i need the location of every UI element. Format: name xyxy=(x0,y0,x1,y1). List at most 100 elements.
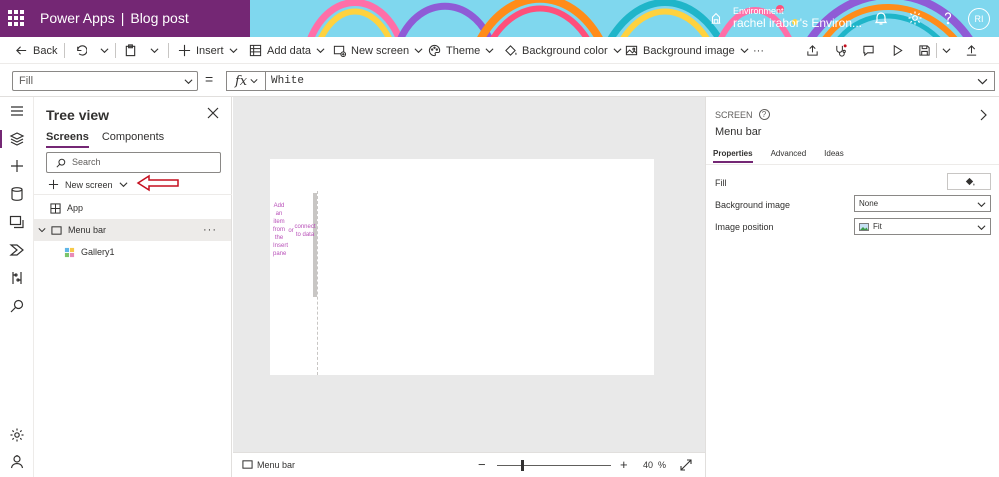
formula-input[interactable]: White xyxy=(265,71,995,91)
tab-advanced[interactable]: Advanced xyxy=(771,149,807,163)
chevron-down-icon[interactable] xyxy=(38,226,46,234)
save-icon xyxy=(919,45,930,56)
function-picker-button[interactable]: fx xyxy=(226,71,266,91)
app-launcher-icon[interactable] xyxy=(8,10,24,26)
comments-button[interactable] xyxy=(862,42,875,59)
fill-color-picker[interactable] xyxy=(947,173,991,190)
save-menu-button[interactable] xyxy=(942,42,951,59)
plus-icon[interactable] xyxy=(9,158,25,174)
tab-ideas[interactable]: Ideas xyxy=(824,149,844,163)
zoom-out-button[interactable]: − xyxy=(478,457,486,472)
paste-menu-button[interactable] xyxy=(150,42,159,59)
canvas-footer: Menu bar − + 40 % xyxy=(233,452,705,477)
gallery-scrollbar[interactable] xyxy=(313,193,317,297)
search-icon xyxy=(56,158,66,168)
equals-sign: = xyxy=(205,71,214,87)
command-bar: Back Insert Add data New screen Theme Ba… xyxy=(0,37,999,64)
selected-kind: SCREEN ? xyxy=(715,109,770,120)
help-icon[interactable]: ? xyxy=(758,109,770,120)
variables-icon[interactable] xyxy=(9,270,25,286)
layers-icon[interactable] xyxy=(9,131,25,147)
back-button[interactable]: Back xyxy=(15,42,57,59)
property-value: Fill xyxy=(19,75,34,87)
insert-button[interactable]: Insert xyxy=(178,42,238,59)
background-image-button[interactable]: Background image xyxy=(625,42,749,59)
settings-icon[interactable] xyxy=(9,427,25,443)
tree-view-tabs: Screens Components xyxy=(46,131,164,148)
background-image-dropdown[interactable]: None xyxy=(854,195,991,212)
tab-components[interactable]: Components xyxy=(102,131,164,148)
theme-button[interactable]: Theme xyxy=(428,42,494,59)
canvas-area: Add an item from the Insert pane or conn… xyxy=(233,97,705,452)
screen-selector[interactable]: Menu bar xyxy=(242,459,295,470)
app-checker-button[interactable] xyxy=(834,42,847,59)
plus-icon xyxy=(178,44,191,57)
play-icon xyxy=(893,44,903,57)
image-icon xyxy=(625,45,638,56)
gear-icon[interactable] xyxy=(907,10,923,26)
more-commands-button[interactable]: ··· xyxy=(753,42,764,59)
bell-icon[interactable] xyxy=(873,10,889,26)
gallery-hint-left: Add an item from the Insert pane xyxy=(273,202,288,258)
app-screen-canvas[interactable]: Add an item from the Insert pane or conn… xyxy=(270,159,654,375)
environment-icon[interactable] xyxy=(709,11,723,25)
fit-to-window-icon[interactable] xyxy=(680,459,692,471)
background-image-label: Background image xyxy=(643,44,735,57)
environment-value: rachel irabor's Environ... xyxy=(733,16,863,30)
tab-screens[interactable]: Screens xyxy=(46,131,89,148)
share-button[interactable] xyxy=(806,42,819,59)
left-rail xyxy=(0,97,34,477)
formula-bar: Fill = fx White xyxy=(0,64,999,97)
background-color-label: Background color xyxy=(522,44,608,57)
theme-label: Theme xyxy=(446,44,481,57)
power-automate-icon[interactable] xyxy=(9,242,25,258)
help-icon[interactable] xyxy=(940,10,956,26)
search-icon[interactable] xyxy=(9,298,25,314)
property-dropdown[interactable]: Fill xyxy=(12,71,198,91)
tree-new-screen-button[interactable]: New screen xyxy=(48,179,128,190)
save-button[interactable] xyxy=(918,42,931,59)
tree-search-input[interactable]: Search xyxy=(46,152,221,173)
tree-node-gallery1[interactable]: Gallery1 xyxy=(34,241,231,263)
zoom-level: 40 % xyxy=(643,460,666,470)
zoom-slider-thumb[interactable] xyxy=(521,460,524,471)
image-icon xyxy=(859,222,869,231)
chevron-down-icon xyxy=(613,48,622,54)
properties-tabs: Properties Advanced Ideas xyxy=(713,149,844,163)
gallery-hint-right: connect to data xyxy=(294,223,316,239)
paste-button[interactable] xyxy=(124,42,137,59)
user-avatar[interactable]: RI xyxy=(968,8,990,30)
add-data-button[interactable]: Add data xyxy=(249,42,325,59)
chevron-right-icon[interactable] xyxy=(978,109,988,121)
chevron-down-icon xyxy=(250,79,258,84)
publish-button[interactable] xyxy=(965,42,978,59)
title-separator: | xyxy=(120,10,125,26)
background-image-label: Background image xyxy=(715,200,791,210)
new-screen-button[interactable]: New screen xyxy=(333,42,423,59)
undo-menu-button[interactable] xyxy=(100,42,109,59)
background-color-button[interactable]: Background color xyxy=(504,42,622,59)
image-position-dropdown[interactable]: Fit xyxy=(854,218,991,235)
toolbar-divider xyxy=(115,43,116,58)
palette-icon xyxy=(428,44,441,57)
virtual-agent-icon[interactable] xyxy=(9,454,25,470)
preview-button[interactable] xyxy=(891,42,904,59)
chevron-down-icon xyxy=(977,202,986,208)
node-more-button[interactable]: ··· xyxy=(203,224,217,236)
undo-icon xyxy=(77,45,87,56)
fx-icon: fx xyxy=(235,73,248,89)
environment-picker[interactable]: Environment rachel irabor's Environ... xyxy=(733,5,862,29)
undo-button[interactable] xyxy=(74,42,87,59)
zoom-in-button[interactable]: + xyxy=(620,457,628,472)
database-icon[interactable] xyxy=(9,186,25,202)
tree-node-menu-bar[interactable]: Menu bar ··· xyxy=(34,219,231,241)
tab-properties[interactable]: Properties xyxy=(713,149,753,163)
zoom-slider-track[interactable] xyxy=(497,465,611,466)
screen-icon xyxy=(242,460,253,469)
tree-node-app[interactable]: App xyxy=(34,197,231,219)
close-icon[interactable] xyxy=(207,107,219,119)
search-placeholder: Search xyxy=(72,157,101,167)
hamburger-icon[interactable] xyxy=(9,103,25,119)
expand-formula-icon[interactable] xyxy=(977,76,988,87)
media-icon[interactable] xyxy=(9,214,25,230)
